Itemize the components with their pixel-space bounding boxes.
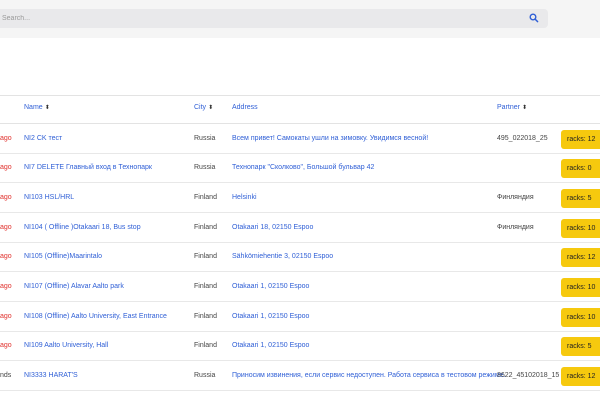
row-name-link[interactable]: NI105 (Offline)Maarintalo bbox=[24, 253, 102, 260]
table-row: ago NI2 CK тест Russia Всем привет! Само… bbox=[0, 124, 600, 154]
row-time: ago bbox=[0, 135, 12, 142]
row-address-link[interactable]: Технопарк "Сколково", Большой бульвар 42 bbox=[232, 164, 374, 171]
row-time: nds bbox=[0, 372, 12, 379]
table-row: ago NI103 HSL/HRL Finland Helsinki Финля… bbox=[0, 183, 600, 213]
racks-badge[interactable]: racks: 10 bbox=[561, 219, 600, 238]
row-time: ago bbox=[0, 283, 12, 290]
row-city: Finland bbox=[194, 342, 217, 349]
row-partner: Финляндия bbox=[497, 194, 534, 201]
row-address-link[interactable]: Всем привет! Самокаты ушли на зимовку. У… bbox=[232, 135, 428, 142]
row-time: ago bbox=[0, 224, 12, 231]
racks-badge[interactable]: racks: 10 bbox=[561, 278, 600, 297]
racks-badge[interactable]: racks: 5 bbox=[561, 337, 600, 356]
column-header-name[interactable]: Name ⬍ bbox=[24, 104, 50, 111]
top-bar bbox=[0, 0, 600, 38]
row-divider bbox=[0, 390, 600, 391]
row-address-link[interactable]: Otakaari 1, 02150 Espoo bbox=[232, 342, 309, 349]
row-time: ago bbox=[0, 194, 12, 201]
row-name-link[interactable]: NI107 (Offline) Alavar Aalto park bbox=[24, 283, 124, 290]
row-name-link[interactable]: NI2 CK тест bbox=[24, 135, 62, 142]
row-city: Russia bbox=[194, 372, 216, 379]
row-time: ago bbox=[0, 164, 12, 171]
row-city: Russia bbox=[194, 164, 216, 171]
search-icon[interactable] bbox=[529, 13, 539, 23]
row-address-link[interactable]: Sähkömiehentie 3, 02150 Espoo bbox=[232, 253, 333, 260]
column-header-address-label: Address bbox=[232, 104, 258, 111]
sort-icon[interactable]: ⬍ bbox=[208, 104, 213, 111]
row-time: ago bbox=[0, 313, 12, 320]
sort-icon[interactable]: ⬍ bbox=[45, 104, 50, 111]
row-time: ago bbox=[0, 342, 12, 349]
row-partner: Финляндия bbox=[497, 224, 534, 231]
row-city: Finland bbox=[194, 283, 217, 290]
racks-badge[interactable]: racks: 5 bbox=[561, 189, 600, 208]
header-top-divider bbox=[0, 95, 600, 96]
table-row: ago NI109 Aalto University, Hall Finland… bbox=[0, 331, 600, 361]
search-input[interactable] bbox=[0, 9, 522, 28]
racks-badge[interactable]: racks: 12 bbox=[561, 367, 600, 386]
column-header-partner-label: Partner bbox=[497, 104, 520, 111]
column-header-address[interactable]: Address bbox=[232, 104, 258, 111]
row-partner: 8622_45102018_15 bbox=[497, 372, 560, 379]
table-row: ago NI107 (Offline) Alavar Aalto park Fi… bbox=[0, 272, 600, 302]
table-row: ago NI105 (Offline)Maarintalo Finland Sä… bbox=[0, 242, 600, 272]
table-row: ago NI108 (Offline) Aalto University, Ea… bbox=[0, 302, 600, 332]
row-city: Finland bbox=[194, 194, 217, 201]
row-name-link[interactable]: NI108 (Offline) Aalto University, East E… bbox=[24, 313, 167, 320]
row-address-link[interactable]: Helsinki bbox=[232, 194, 257, 201]
row-city: Finland bbox=[194, 253, 217, 260]
table-row: ago NI104 ( Offline )Otakaari 18, Bus st… bbox=[0, 213, 600, 243]
racks-badge[interactable]: racks: 12 bbox=[561, 130, 600, 149]
table-row: nds NI3333 HARAT'S Russia Приносим извин… bbox=[0, 361, 600, 391]
row-name-link[interactable]: NI109 Aalto University, Hall bbox=[24, 342, 108, 349]
row-city: Russia bbox=[194, 135, 216, 142]
row-name-link[interactable]: NI3333 HARAT'S bbox=[24, 372, 78, 379]
racks-badge[interactable]: racks: 12 bbox=[561, 248, 600, 267]
row-address-link[interactable]: Otakaari 1, 02150 Espoo bbox=[232, 313, 309, 320]
row-city: Finland bbox=[194, 224, 217, 231]
row-time: ago bbox=[0, 253, 12, 260]
column-header-city-label: City bbox=[194, 104, 207, 111]
search-box[interactable] bbox=[0, 9, 548, 28]
row-city: Finland bbox=[194, 313, 217, 320]
racks-badge[interactable]: racks: 0 bbox=[561, 159, 600, 178]
row-name-link[interactable]: NI104 ( Offline )Otakaari 18, Bus stop bbox=[24, 224, 141, 231]
table-row: ago NI7 DELETE Главный вход в Технопарк … bbox=[0, 153, 600, 183]
row-address-link[interactable]: Otakaari 18, 02150 Espoo bbox=[232, 224, 313, 231]
row-address-link[interactable]: Otakaari 1, 02150 Espoo bbox=[232, 283, 309, 290]
column-header-partner[interactable]: Partner ⬍ bbox=[497, 104, 527, 111]
row-partner: 495_022018_25 bbox=[497, 135, 548, 142]
column-header-name-label: Name bbox=[24, 104, 43, 111]
racks-badge[interactable]: racks: 10 bbox=[561, 308, 600, 327]
column-header-city[interactable]: City ⬍ bbox=[194, 104, 213, 111]
row-name-link[interactable]: NI103 HSL/HRL bbox=[24, 194, 74, 201]
row-address-link[interactable]: Приносим извинения, если сервис недоступ… bbox=[232, 372, 505, 379]
row-name-link[interactable]: NI7 DELETE Главный вход в Технопарк bbox=[24, 164, 152, 171]
sort-icon[interactable]: ⬍ bbox=[522, 104, 527, 111]
